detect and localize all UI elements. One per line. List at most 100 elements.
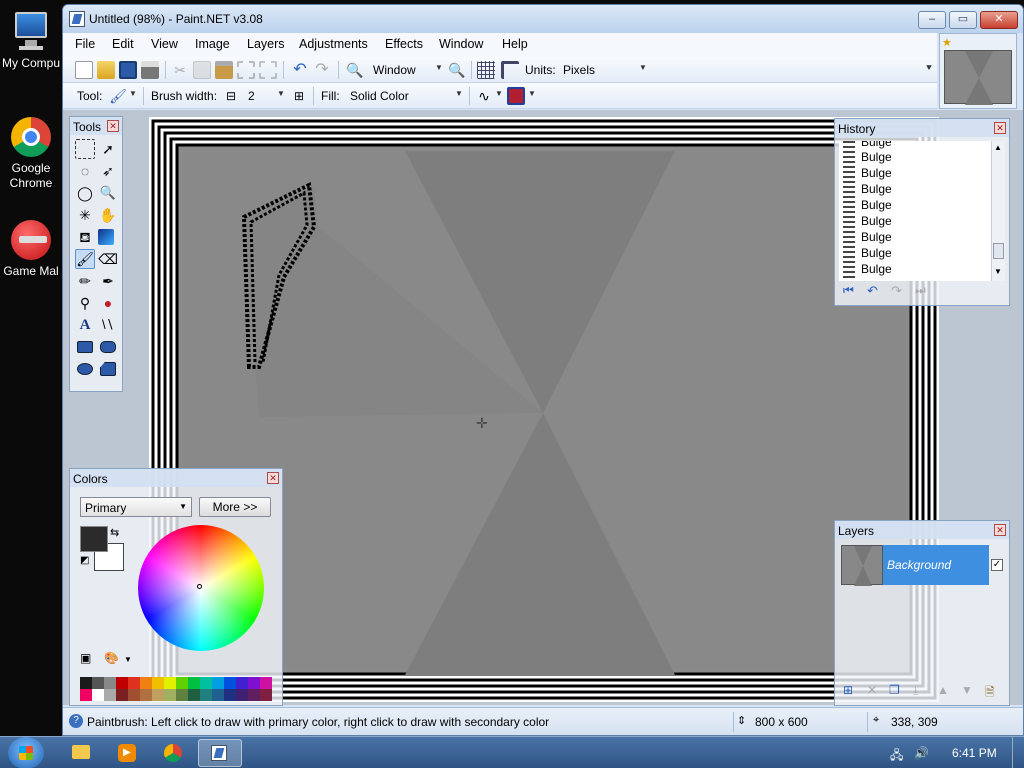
palette-swatch[interactable] bbox=[152, 677, 164, 689]
merge-layer-icon[interactable]: ⤓ bbox=[913, 683, 918, 698]
recolor-icon[interactable]: ● bbox=[98, 293, 118, 313]
palette-swatch[interactable] bbox=[116, 689, 128, 701]
history-item[interactable]: Bulge bbox=[861, 230, 892, 244]
fill-select[interactable]: Solid Color bbox=[350, 89, 409, 103]
menu-file[interactable]: File bbox=[75, 37, 95, 51]
menu-window[interactable]: Window bbox=[439, 37, 483, 51]
layer-thumbnail[interactable] bbox=[841, 545, 883, 586]
menu-effects[interactable]: Effects bbox=[385, 37, 423, 51]
palette-swatch[interactable] bbox=[104, 677, 116, 689]
fast-forward-icon[interactable]: ⏭ bbox=[915, 283, 926, 298]
taskbar-paintnet[interactable] bbox=[198, 739, 242, 767]
ellipse-icon[interactable] bbox=[77, 363, 93, 375]
palette-swatch[interactable] bbox=[164, 689, 176, 701]
brush-width-increase-button[interactable]: ⊞ bbox=[294, 89, 304, 103]
layer-row-background[interactable]: Background bbox=[883, 545, 989, 585]
brush-width-input[interactable]: 2 bbox=[248, 89, 255, 103]
new-file-icon[interactable] bbox=[75, 61, 93, 79]
palette-swatch[interactable] bbox=[260, 677, 272, 689]
text-icon[interactable]: A bbox=[75, 315, 95, 335]
palette-swatch[interactable] bbox=[200, 677, 212, 689]
delete-layer-icon[interactable]: ✕ bbox=[867, 683, 877, 697]
zoom-out-icon[interactable]: 🔍 bbox=[346, 61, 364, 79]
menu-help[interactable]: Help bbox=[502, 37, 528, 51]
history-item[interactable]: Bulge bbox=[861, 166, 892, 180]
palette-swatch[interactable] bbox=[164, 677, 176, 689]
palette-swatch[interactable] bbox=[128, 677, 140, 689]
history-scrollbar[interactable]: ▲ ▼ bbox=[991, 141, 1005, 281]
swap-colors-icon[interactable]: ⇆ bbox=[110, 526, 119, 539]
primary-color-swatch[interactable] bbox=[80, 526, 108, 552]
pan-hand-icon[interactable]: ✋ bbox=[98, 205, 118, 225]
save-icon[interactable] bbox=[119, 61, 137, 79]
palette-swatch[interactable] bbox=[80, 689, 92, 701]
pencil-icon[interactable]: ✏ bbox=[75, 271, 95, 291]
redo-icon[interactable]: ↷ bbox=[313, 61, 331, 79]
paintbrush-tool-icon[interactable]: 🖌 bbox=[75, 249, 95, 269]
palette-swatch[interactable] bbox=[260, 689, 272, 701]
palette-swatch[interactable] bbox=[104, 689, 116, 701]
desktop-icon-my-computer[interactable]: My Compu bbox=[0, 10, 62, 71]
history-item[interactable]: Bulge bbox=[861, 150, 892, 164]
chevron-down-icon[interactable]: ▼ bbox=[129, 89, 137, 98]
palette-swatch[interactable] bbox=[248, 689, 260, 701]
move-layer-down-icon[interactable]: ▼ bbox=[961, 683, 973, 697]
reset-colors-icon[interactable]: ◩ bbox=[80, 555, 89, 566]
blend-mode-icon[interactable] bbox=[507, 87, 525, 105]
history-undo-icon[interactable]: ↶ bbox=[867, 283, 878, 299]
print-icon[interactable] bbox=[141, 61, 159, 79]
gradient-icon[interactable] bbox=[98, 229, 114, 245]
paint-bucket-icon[interactable]: ⛾ bbox=[75, 227, 95, 247]
palette-swatch[interactable] bbox=[248, 677, 260, 689]
taskbar-clock[interactable]: 6:41 PM bbox=[952, 746, 997, 760]
brush-width-decrease-button[interactable]: ⊟ bbox=[226, 89, 236, 103]
history-item[interactable]: Bulge bbox=[861, 246, 892, 260]
palette-swatch[interactable] bbox=[236, 677, 248, 689]
crop-icon[interactable] bbox=[237, 61, 255, 79]
palette-menu-icon[interactable]: ▣ bbox=[80, 651, 91, 665]
chevron-down-icon[interactable]: ▼ bbox=[528, 89, 536, 98]
freeform-shape-icon[interactable] bbox=[100, 362, 116, 376]
scroll-down-icon[interactable]: ▼ bbox=[994, 267, 1002, 276]
palette-swatch[interactable] bbox=[176, 677, 188, 689]
desktop-icon-game-maker[interactable]: Game Mal bbox=[0, 218, 62, 279]
move-selection-icon[interactable]: ➚ bbox=[98, 139, 118, 159]
cut-icon[interactable]: ✂ bbox=[171, 61, 189, 79]
copy-icon[interactable] bbox=[193, 61, 211, 79]
menu-adjustments[interactable]: Adjustments bbox=[299, 37, 368, 51]
grid-icon[interactable] bbox=[477, 61, 495, 79]
history-redo-icon[interactable]: ↷ bbox=[891, 283, 902, 299]
show-desktop-button[interactable] bbox=[1012, 737, 1024, 768]
palette-swatch[interactable] bbox=[140, 677, 152, 689]
magic-wand-icon[interactable]: ✳ bbox=[75, 205, 95, 225]
close-button[interactable]: ✕ bbox=[980, 11, 1018, 29]
paste-icon[interactable] bbox=[215, 61, 233, 79]
close-icon[interactable]: ✕ bbox=[267, 472, 279, 484]
rectangle-icon[interactable] bbox=[77, 341, 93, 353]
close-icon[interactable]: ✕ bbox=[994, 122, 1006, 134]
volume-icon[interactable]: 🔊 bbox=[914, 746, 929, 760]
ellipse-select-icon[interactable]: ◯ bbox=[75, 183, 95, 203]
chevron-down-icon[interactable]: ▼ bbox=[639, 63, 647, 72]
maximize-button[interactable]: ▭ bbox=[949, 11, 977, 29]
canvas-workspace[interactable]: ✛ Tools ✕ ➚ ◌ ➶ ◯ 🔍 ✳ ✋ ⛾ 🖌 ⌫ ✏ ✒ ⚲ ● A … bbox=[63, 110, 1023, 706]
menu-layers[interactable]: Layers bbox=[247, 37, 285, 51]
history-item[interactable]: Bulge bbox=[861, 141, 892, 149]
add-layer-icon[interactable]: ⊞ bbox=[843, 683, 853, 697]
color-mode-select[interactable]: Primary ▼ bbox=[80, 497, 192, 517]
menu-view[interactable]: View bbox=[151, 37, 178, 51]
units-select[interactable]: Pixels bbox=[563, 63, 595, 77]
scroll-up-icon[interactable]: ▲ bbox=[994, 143, 1002, 152]
move-selected-icon[interactable]: ➶ bbox=[98, 161, 118, 181]
toolbar-overflow-icon[interactable]: ⯆ bbox=[925, 63, 933, 74]
chevron-down-icon[interactable]: ▼ bbox=[455, 89, 463, 98]
line-curve-icon[interactable]: \∖ bbox=[98, 315, 118, 335]
add-color-icon[interactable]: 🎨 bbox=[104, 651, 119, 665]
palette-swatch[interactable] bbox=[188, 689, 200, 701]
eraser-icon[interactable]: ⌫ bbox=[98, 249, 118, 269]
color-picker-icon[interactable]: ✒ bbox=[98, 271, 118, 291]
rectangle-select-icon[interactable] bbox=[75, 139, 95, 159]
palette-swatch[interactable] bbox=[140, 689, 152, 701]
palette-swatch[interactable] bbox=[116, 677, 128, 689]
history-item[interactable]: Bulge bbox=[861, 198, 892, 212]
